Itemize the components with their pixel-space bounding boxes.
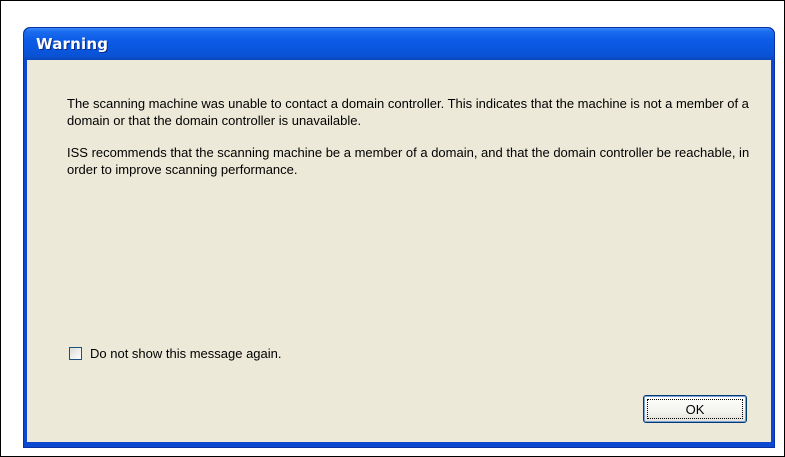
dialog-body: The scanning machine was unable to conta… (27, 60, 771, 442)
dont-show-again-checkbox[interactable] (69, 346, 82, 360)
dialog-title: Warning (36, 35, 109, 53)
dont-show-again-option[interactable]: Do not show this message again. (69, 345, 282, 361)
warning-dialog: Warning The scanning machine was unable … (23, 27, 775, 448)
ok-button[interactable]: OK (643, 395, 747, 423)
screenshot-frame: Warning The scanning machine was unable … (0, 0, 785, 457)
ok-button-label: OK (685, 401, 705, 417)
message-paragraph-2: ISS recommends that the scanning machine… (67, 145, 750, 177)
title-bar[interactable]: Warning (24, 28, 774, 60)
dont-show-again-label[interactable]: Do not show this message again. (90, 346, 282, 361)
message-paragraph-1: The scanning machine was unable to conta… (67, 96, 749, 128)
